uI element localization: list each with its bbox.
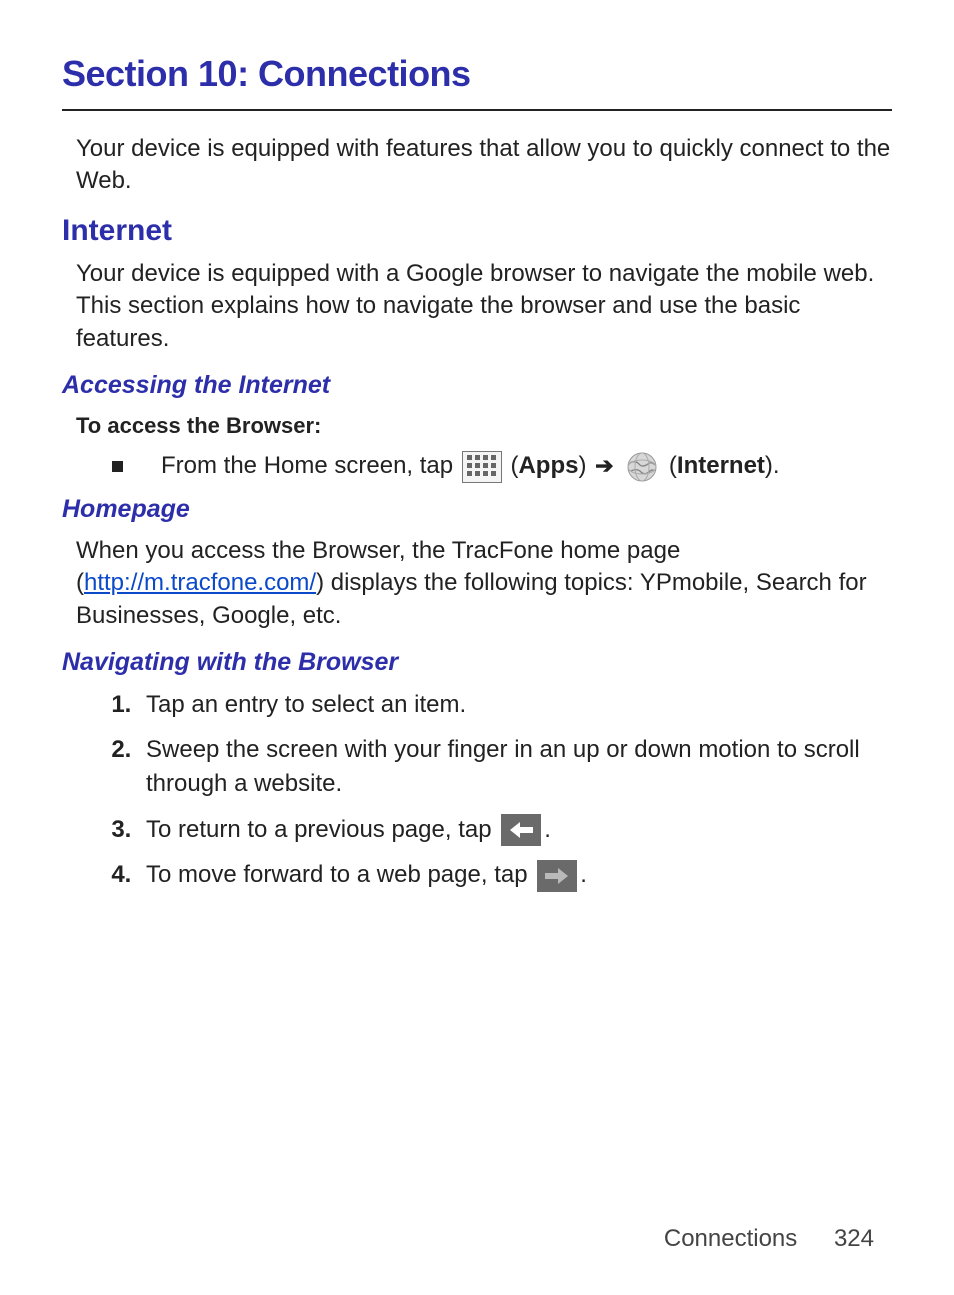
bullet-text: From the Home screen, tap (Apps) ➔ [161, 450, 780, 483]
internet-heading: Internet [62, 211, 892, 252]
step-1: Tap an entry to select an item. [138, 688, 892, 722]
section-title: Section 10: Connections [62, 50, 892, 99]
navigating-heading: Navigating with the Browser [62, 646, 892, 680]
apps-label-paren: (Apps) [510, 452, 586, 479]
accessing-heading: Accessing the Internet [62, 369, 892, 403]
accessing-subhead: To access the Browser: [76, 411, 892, 441]
step-2: Sweep the screen with your finger in an … [138, 733, 892, 800]
step-4-before: To move forward to a web page, tap [146, 861, 534, 888]
internet-paragraph: Your device is equipped with a Google br… [76, 258, 892, 355]
page-footer: Connections 324 [664, 1223, 874, 1255]
intro-paragraph: Your device is equipped with features th… [76, 133, 892, 198]
steps-list: Tap an entry to select an item. Sweep th… [102, 688, 892, 892]
bullet-access-browser: From the Home screen, tap (Apps) ➔ [112, 450, 892, 483]
bullet-prefix: From the Home screen, tap [161, 452, 460, 479]
globe-icon [626, 451, 658, 483]
internet-label-paren: (Internet). [669, 452, 780, 479]
step-3: To return to a previous page, tap . [138, 813, 892, 847]
step-3-after: . [544, 816, 551, 843]
footer-label: Connections [664, 1225, 797, 1252]
apps-label: Apps [518, 452, 578, 479]
step-4-after: . [580, 861, 587, 888]
horizontal-rule [62, 109, 892, 111]
arrow-right-icon: ➔ [595, 453, 613, 478]
footer-page-number: 324 [834, 1225, 874, 1252]
apps-grid-icon [462, 451, 502, 483]
square-bullet-icon [112, 461, 123, 472]
forward-arrow-icon [537, 860, 577, 892]
homepage-heading: Homepage [62, 493, 892, 527]
step-3-before: To return to a previous page, tap [146, 816, 498, 843]
tracfone-link[interactable]: http://m.tracfone.com/ [84, 569, 316, 596]
step-4: To move forward to a web page, tap . [138, 858, 892, 892]
homepage-paragraph: When you access the Browser, the TracFon… [76, 535, 892, 632]
back-arrow-icon [501, 814, 541, 846]
internet-label: Internet [677, 452, 765, 479]
